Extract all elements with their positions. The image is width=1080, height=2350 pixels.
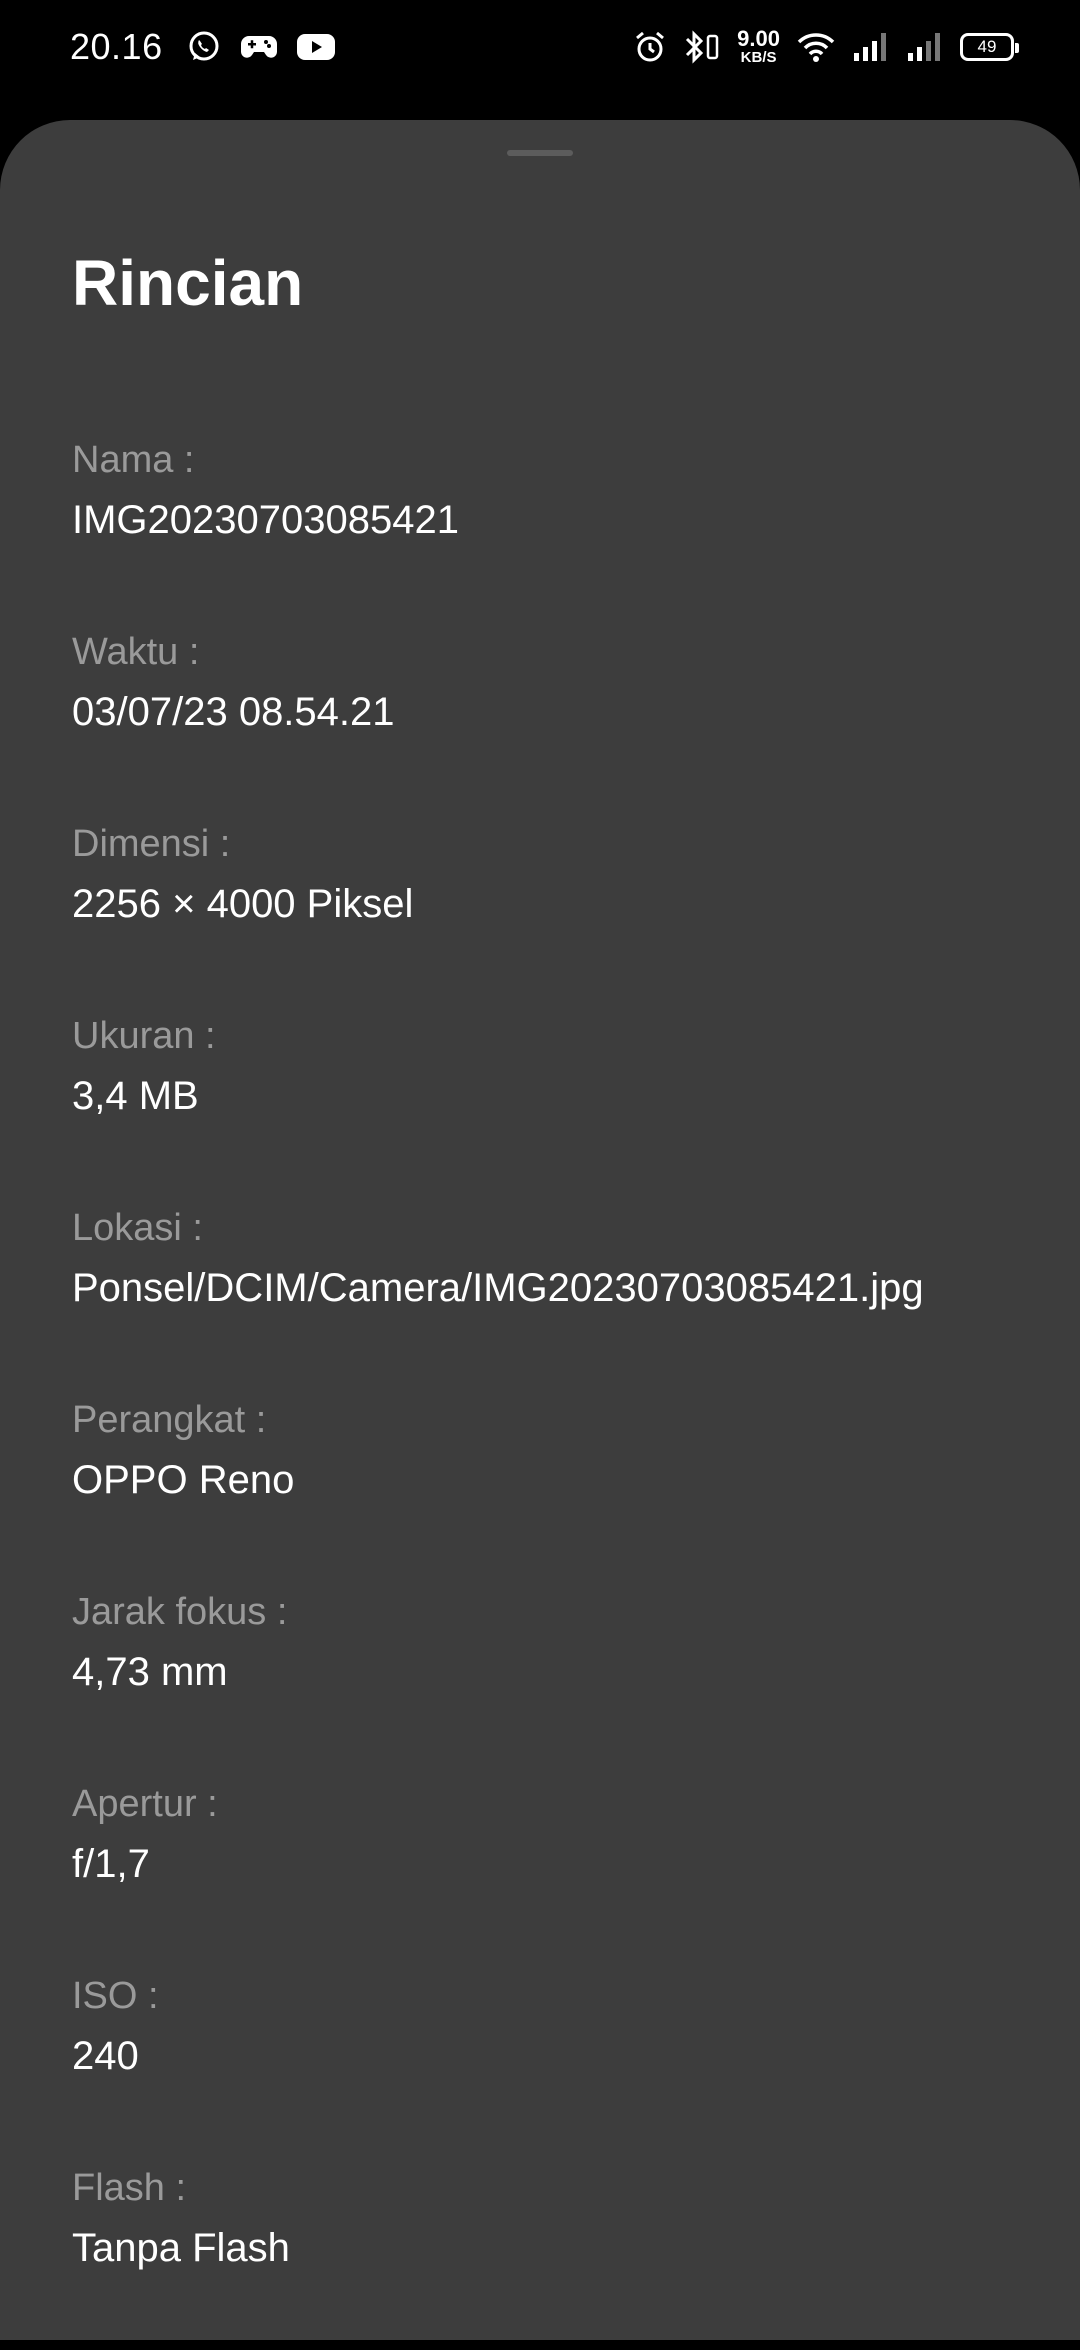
- detail-name: Nama : IMG20230703085421: [72, 430, 1032, 622]
- detail-size: Ukuran : 3,4 MB: [72, 1006, 1032, 1198]
- notification-icons: [186, 29, 336, 65]
- status-time: 20.16: [70, 26, 163, 67]
- network-speed-unit: KB/S: [740, 49, 777, 66]
- sheet-title: Rincian: [72, 247, 304, 319]
- detail-value: IMG20230703085421: [72, 498, 459, 542]
- status-bar: 20.16 9.00 KB/S 49: [0, 0, 1080, 120]
- detail-device: Perangkat : OPPO Reno: [72, 1390, 1032, 1582]
- detail-label: Waktu :: [72, 631, 200, 673]
- detail-time: Waktu : 03/07/23 08.54.21: [72, 622, 1032, 814]
- detail-iso: ISO : 240: [72, 1966, 1032, 2158]
- detail-label: Jarak fokus :: [72, 1591, 288, 1633]
- detail-value: OPPO Reno: [72, 1458, 295, 1502]
- alarm-icon: [636, 31, 665, 61]
- detail-label: Apertur :: [72, 1783, 218, 1825]
- battery-level: 49: [977, 36, 997, 56]
- network-speed-value: 9.00: [737, 26, 780, 51]
- detail-dimensions: Dimensi : 2256 × 4000 Piksel: [72, 814, 1032, 1006]
- wifi-icon: [797, 32, 835, 62]
- signal-icon: [854, 32, 886, 61]
- bluetooth-icon: [686, 29, 719, 64]
- detail-value: 03/07/23 08.54.21: [72, 690, 395, 734]
- detail-label: Lokasi :: [72, 1207, 203, 1249]
- network-speed: 9.00 KB/S: [737, 26, 780, 66]
- battery-icon: 49: [960, 32, 1019, 61]
- detail-value: Ponsel/DCIM/Camera/IMG20230703085421.jpg: [72, 1266, 924, 1310]
- detail-aperture: Apertur : f/1,7: [72, 1774, 1032, 1966]
- details-bottom-sheet: Rincian Nama : IMG20230703085421 Waktu :…: [0, 120, 1080, 2340]
- detail-focal-length: Jarak fokus : 4,73 mm: [72, 1582, 1032, 1774]
- detail-value: f/1,7: [72, 1842, 150, 1886]
- detail-label: Perangkat :: [72, 1399, 267, 1441]
- whatsapp-icon: [189, 31, 219, 61]
- detail-value: 3,4 MB: [72, 1074, 199, 1118]
- drag-handle[interactable]: [507, 150, 573, 156]
- detail-location: Lokasi : Ponsel/DCIM/Camera/IMG202307030…: [72, 1198, 1032, 1390]
- gamepad-icon: [241, 36, 277, 58]
- detail-value: Tanpa Flash: [72, 2226, 290, 2270]
- detail-value: 240: [72, 2034, 139, 2078]
- detail-label: Flash :: [72, 2167, 187, 2209]
- signal-icon: [908, 32, 940, 61]
- system-status-icons: 9.00 KB/S 49: [633, 26, 1019, 66]
- detail-label: Ukuran :: [72, 1015, 216, 1057]
- detail-label: Nama :: [72, 439, 195, 481]
- detail-flash: Flash : Tanpa Flash: [72, 2158, 1032, 2350]
- detail-label: Dimensi :: [72, 823, 231, 865]
- detail-label: ISO :: [72, 1975, 159, 2017]
- detail-value: 2256 × 4000 Piksel: [72, 882, 414, 926]
- youtube-icon: [297, 34, 335, 60]
- details-list: Nama : IMG20230703085421 Waktu : 03/07/2…: [72, 430, 1032, 2350]
- detail-value: 4,73 mm: [72, 1650, 228, 1694]
